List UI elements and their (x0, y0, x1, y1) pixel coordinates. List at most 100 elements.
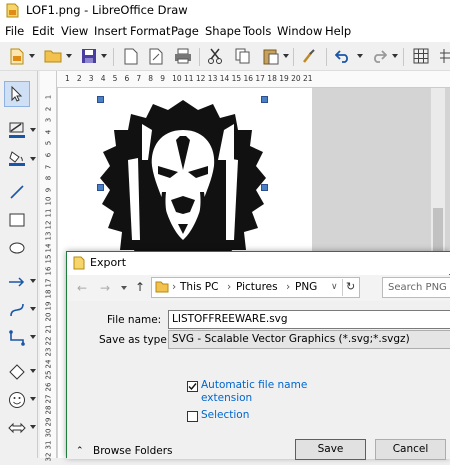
menu-window[interactable]: Window (277, 24, 322, 38)
save-icon[interactable] (78, 45, 100, 67)
new-dropdown-icon[interactable] (29, 54, 35, 58)
arrow-dropdown-icon[interactable] (30, 279, 36, 283)
cancel-button[interactable]: Cancel (375, 439, 446, 460)
ruler-tick-label: 4 (100, 74, 106, 83)
search-placeholder: Search PNG (388, 282, 447, 293)
connector-dropdown-icon[interactable] (30, 335, 36, 339)
rectangle-tool-icon[interactable] (4, 207, 30, 233)
collapse-chevron-icon[interactable]: ⌃ (76, 446, 84, 456)
browse-folders-toggle[interactable]: Browse Folders (93, 445, 173, 457)
search-input[interactable]: Search PNG (382, 277, 450, 298)
ruler-tick-label: 11 (184, 74, 194, 83)
curve-tool-icon[interactable] (4, 297, 30, 323)
save-as-type-select[interactable]: SVG - Scalable Vector Graphics (*.svg;*.… (168, 330, 450, 349)
basic-shapes-dropdown-icon[interactable] (30, 369, 36, 373)
selection-handle[interactable] (261, 184, 268, 191)
ruler-tick-label: 7 (136, 74, 142, 83)
ruler-tick-label: 16 (243, 74, 254, 83)
connector-tool-icon[interactable] (4, 325, 30, 351)
ruler-tick-label: 20 (291, 74, 301, 83)
folder-icon (155, 281, 169, 293)
export-pdf-icon[interactable] (145, 45, 167, 67)
selection-label[interactable]: Selection (201, 409, 249, 421)
new-document-icon[interactable] (6, 45, 28, 67)
basic-shapes-icon[interactable] (4, 359, 30, 385)
recent-locations-icon[interactable] (121, 286, 127, 290)
block-arrows-icon[interactable] (4, 415, 30, 441)
breadcrumb-pictures[interactable]: Pictures (236, 281, 278, 293)
paste-dropdown-icon[interactable] (283, 54, 289, 58)
ruler-tick-label: 6 (124, 74, 130, 83)
undo-icon[interactable] (332, 45, 354, 67)
fill-color-icon[interactable] (4, 145, 30, 171)
chevron-down-icon[interactable]: ∨ (331, 282, 338, 292)
redo-icon[interactable] (368, 45, 390, 67)
address-bar[interactable]: › This PC › Pictures › PNG ∨ ↻ (151, 277, 360, 298)
ruler-tick-label: 32 (44, 452, 53, 462)
breadcrumb-separator: › (286, 281, 291, 293)
curve-dropdown-icon[interactable] (30, 307, 36, 311)
selection-handle[interactable] (261, 96, 268, 103)
cut-icon[interactable] (204, 45, 226, 67)
menu-shape[interactable]: Shape (205, 24, 241, 38)
open-folder-icon[interactable] (42, 45, 64, 67)
menu-help[interactable]: Help (325, 24, 351, 38)
auto-extension-checkbox[interactable] (187, 381, 198, 392)
menu-view[interactable]: View (61, 24, 88, 38)
menu-tools[interactable]: Tools (243, 24, 271, 38)
save-dropdown-icon[interactable] (101, 54, 107, 58)
selection-handle[interactable] (97, 184, 104, 191)
symbol-shapes-icon[interactable] (4, 387, 30, 413)
line-color-icon[interactable] (4, 117, 30, 143)
export-icon[interactable] (120, 45, 142, 67)
refresh-icon[interactable]: ↻ (346, 280, 355, 293)
menu-file[interactable]: File (5, 24, 24, 38)
auto-extension-label[interactable]: Automatic file name extension (201, 379, 311, 405)
dialog-body: File name: LISTOFFREEWARE.svg Save as ty… (67, 301, 450, 460)
copy-icon[interactable] (232, 45, 254, 67)
up-arrow-icon[interactable]: ↑ (135, 280, 145, 294)
breadcrumb-this-pc[interactable]: This PC (180, 281, 218, 293)
forward-arrow-icon[interactable]: → (100, 281, 110, 295)
redo-dropdown-icon[interactable] (392, 54, 398, 58)
print-icon[interactable] (172, 45, 194, 67)
breadcrumb-png[interactable]: PNG (295, 281, 317, 293)
block-arrows-dropdown-icon[interactable] (30, 425, 36, 429)
back-arrow-icon[interactable]: ← (77, 281, 87, 295)
menu-insert[interactable]: Insert (94, 24, 127, 38)
undo-dropdown-icon[interactable] (357, 54, 363, 58)
arrow-line-tool-icon[interactable] (4, 269, 30, 295)
grid-icon[interactable] (410, 45, 432, 67)
dialog-title: Export (90, 256, 127, 269)
line-color-dropdown-icon[interactable] (30, 128, 36, 132)
ruler-tick-label: 8 (148, 74, 154, 83)
menu-edit[interactable]: Edit (32, 24, 54, 38)
toolbar-separator (199, 48, 200, 66)
dialog-title-bar: Export (67, 252, 450, 274)
ruler-tick-label: 19 (279, 74, 289, 83)
horizontal-ruler: 1 2 3 4 5 6 7 8 9 10 11 12 13 14 15 16 17 18 19 20 21 (57, 71, 450, 88)
address-divider (342, 279, 343, 296)
toolbar-separator (403, 48, 404, 66)
clone-formatting-icon[interactable] (298, 45, 320, 67)
helplines-icon[interactable] (435, 45, 450, 67)
symbol-shapes-dropdown-icon[interactable] (30, 397, 36, 401)
breadcrumb-separator: › (172, 281, 177, 293)
select-tool-icon[interactable] (4, 81, 30, 107)
navigation-bar: ← → ↑ › This PC › Pictures › PNG ∨ ↻ Sea… (67, 275, 450, 301)
menu-format[interactable]: Format (130, 24, 171, 38)
paste-icon[interactable] (260, 45, 282, 67)
lion-logo-image[interactable] (98, 100, 268, 260)
fill-color-dropdown-icon[interactable] (30, 157, 36, 161)
selection-handle[interactable] (97, 96, 104, 103)
window-title: LOF1.png - LibreOffice Draw (26, 3, 188, 17)
save-button[interactable]: Save (295, 439, 366, 460)
file-name-field[interactable]: LISTOFFREEWARE.svg (168, 310, 450, 329)
ruler-tick-label: 2 (76, 74, 82, 83)
selection-checkbox[interactable] (187, 411, 198, 422)
dialog-app-icon (73, 256, 85, 270)
menu-page[interactable]: Page (171, 24, 199, 38)
ellipse-tool-icon[interactable] (4, 235, 30, 261)
open-dropdown-icon[interactable] (66, 54, 72, 58)
line-tool-icon[interactable] (4, 179, 30, 205)
